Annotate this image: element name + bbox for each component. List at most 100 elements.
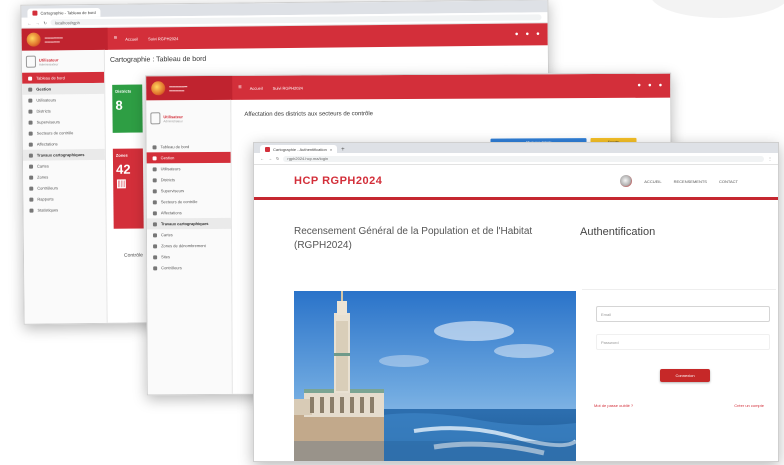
- sidebar-item[interactable]: Affectations: [147, 207, 231, 218]
- back-arrow-icon[interactable]: ←: [28, 20, 32, 25]
- footer-label: Contrôle: [123, 252, 143, 259]
- forgot-password-link[interactable]: Mot de passe oublié ?: [594, 403, 633, 408]
- reload-icon[interactable]: ↻: [44, 20, 47, 25]
- nav-contact[interactable]: CONTACT: [719, 179, 738, 184]
- menu-item-icon: [28, 87, 33, 92]
- menu-item-icon: [29, 197, 34, 202]
- site-brand[interactable]: HCP RGPH2024: [294, 175, 382, 187]
- menu-item-icon: [152, 221, 157, 226]
- create-account-link[interactable]: Créer un compte: [734, 403, 764, 408]
- sidebar-item[interactable]: Tableau de bord: [22, 71, 105, 84]
- sidebar-item[interactable]: Cartes: [23, 160, 105, 172]
- settings-icon[interactable]: ●: [648, 83, 652, 89]
- user-icon[interactable]: ●: [536, 31, 540, 37]
- sidebar-item[interactable]: Utilisateurs: [147, 163, 231, 174]
- menu-item-icon: [152, 210, 157, 215]
- sidebar-item[interactable]: Tableau de bord: [147, 141, 231, 152]
- sidebar-item[interactable]: Contrôleurs: [147, 262, 231, 273]
- sidebar-item[interactable]: Gestion: [146, 151, 231, 164]
- forward-arrow-icon[interactable]: →: [268, 156, 272, 161]
- menu-link-rgph[interactable]: Suivi RGPH2024: [273, 85, 303, 90]
- user-icon[interactable]: ●: [659, 83, 663, 89]
- menu-item-icon: [153, 254, 158, 259]
- sidebar-item[interactable]: Affectations: [23, 138, 105, 150]
- sidebar-item-label: Contrôleurs: [161, 265, 182, 271]
- menu-item-icon: [152, 166, 157, 171]
- sidebar-item[interactable]: Contrôleurs: [23, 182, 105, 194]
- nav-censuses[interactable]: RECENSEMENTS: [674, 179, 707, 184]
- sidebar-item-label: Tableau de bord: [36, 75, 65, 81]
- sidebar-item[interactable]: Districts: [147, 174, 231, 185]
- favicon-icon: [265, 146, 270, 152]
- url-field[interactable]: rgph2024.hcp.ma/login: [283, 155, 764, 162]
- sidebar-item[interactable]: Gestion: [22, 82, 105, 95]
- menu-item-icon: [28, 109, 33, 114]
- password-field[interactable]: Password: [596, 334, 770, 350]
- sidebar-item[interactable]: Districts: [22, 105, 104, 117]
- logo-text: ▬▬▬▬▬▬ ▬▬▬▬▬: [44, 35, 63, 44]
- forward-arrow-icon[interactable]: →: [36, 20, 40, 25]
- menu-link-home[interactable]: Accueil: [250, 85, 263, 90]
- reload-icon[interactable]: ↻: [276, 156, 279, 161]
- menu-item-icon: [152, 188, 157, 193]
- auth-links: Mot de passe oublié ? Créer un compte: [594, 403, 764, 408]
- page-heading: Recensement Général de la Population et …: [294, 226, 533, 251]
- menu-item-icon: [28, 120, 33, 125]
- sidebar-item-label: Secteurs de contrôle: [160, 199, 198, 205]
- sidebar-item[interactable]: Secteurs de contrôle: [23, 127, 105, 139]
- menu-item-icon: [29, 208, 34, 213]
- menu-dots-icon[interactable]: ⋮: [768, 156, 772, 161]
- sidebar-item[interactable]: Statistiques: [23, 204, 105, 216]
- stat-card-red: Zones 42 ▥: [112, 148, 144, 229]
- logo-icon: [151, 81, 166, 96]
- nav-home[interactable]: ACCUEIL: [644, 179, 661, 184]
- sidebar-item[interactable]: Travaux cartographiques: [22, 148, 105, 161]
- sidebar-item-label: Affectations: [36, 141, 58, 147]
- sidebar-item-label: Utilisateurs: [160, 166, 181, 172]
- sidebar-item[interactable]: Utilisateurs: [22, 94, 104, 106]
- sidebar-item-label: Cartes: [37, 163, 49, 169]
- settings-icon[interactable]: ●: [525, 31, 529, 37]
- sidebar-item-label: Superviseurs: [160, 188, 185, 194]
- sidebar-item[interactable]: Secteurs de contrôle: [147, 196, 231, 207]
- sidebar-item[interactable]: Sites: [147, 251, 231, 262]
- sidebar-item[interactable]: Travaux cartographiques: [146, 217, 231, 230]
- login-button[interactable]: Connexion: [660, 369, 710, 382]
- sidebar-item[interactable]: Rapports: [23, 193, 105, 205]
- sidebar-item[interactable]: Zones: [23, 171, 105, 183]
- hamburger-icon[interactable]: ≡: [114, 36, 118, 42]
- menu-item-icon: [152, 177, 157, 182]
- sidebar-item[interactable]: Superviseurs: [147, 185, 231, 196]
- sidebar-item-label: Contrôleurs: [37, 185, 58, 191]
- email-field[interactable]: Email: [596, 306, 770, 322]
- sidebar-item[interactable]: Cartes: [147, 229, 231, 240]
- close-tab-icon[interactable]: ×: [330, 147, 332, 152]
- hcp-logo-icon: [620, 175, 633, 187]
- sidebar-item-label: Secteurs de contrôle: [36, 130, 74, 136]
- sidebar-item[interactable]: Superviseurs: [23, 116, 105, 128]
- menu-link-home[interactable]: Accueil: [125, 36, 138, 41]
- menu-item-icon: [152, 155, 157, 160]
- menu-item-icon: [29, 186, 34, 191]
- bell-icon[interactable]: ●: [515, 32, 519, 38]
- login-panel: Email Password Connexion: [582, 289, 776, 398]
- browser-tab[interactable]: Cartographie - Authentification ×: [260, 145, 338, 153]
- menu-item-icon: [29, 164, 34, 169]
- back-arrow-icon[interactable]: ←: [260, 156, 264, 161]
- hamburger-icon[interactable]: ≡: [238, 85, 242, 91]
- bell-icon[interactable]: ●: [637, 83, 641, 89]
- logo: ▬▬▬▬▬▬ ▬▬▬▬▬: [21, 27, 108, 51]
- logo-text: ▬▬▬▬▬▬ ▬▬▬▬▬: [169, 84, 188, 93]
- browser-tabbar: Cartographie - Authentification × +: [254, 143, 778, 153]
- favicon-icon: [32, 10, 38, 16]
- menu-item-icon: [28, 153, 33, 158]
- page-title: Affectation des districts aux secteurs d…: [244, 111, 374, 118]
- menu-item-icon: [153, 265, 158, 270]
- user-role: Administrateur: [163, 118, 183, 123]
- sidebar-item[interactable]: Zones de dénombrement: [147, 240, 231, 251]
- mosque-photo: [294, 291, 576, 461]
- sidebar-item-label: Tableau de bord: [160, 144, 190, 150]
- browser-tab[interactable]: Cartographie - Tableau de bord: [27, 7, 101, 18]
- new-tab-icon[interactable]: +: [341, 147, 345, 153]
- menu-link-rgph[interactable]: Suivi RGPH2024: [148, 36, 178, 41]
